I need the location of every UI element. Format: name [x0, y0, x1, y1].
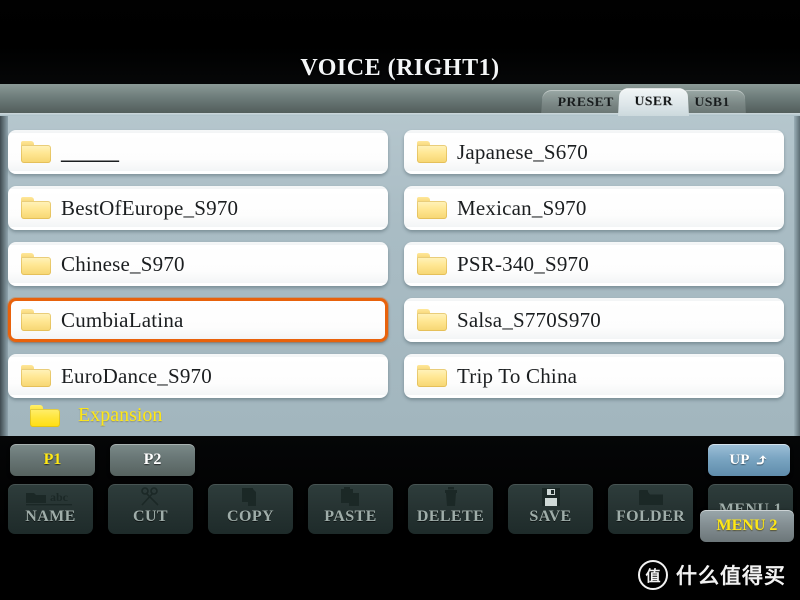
list-item[interactable]: Salsa_S770S970 — [404, 298, 784, 342]
folder-button-label: FOLDER — [615, 508, 686, 525]
folder-icon — [30, 404, 60, 427]
list-item-selected[interactable]: CumbiaLatina — [8, 298, 388, 342]
panel-left-edge — [0, 116, 8, 436]
delete-button-label: DELETE — [416, 508, 485, 525]
file-name: PSR-340_S970 — [457, 251, 589, 276]
delete-button[interactable]: DELETE — [408, 484, 493, 534]
panel-right-edge — [794, 116, 800, 436]
file-name: Mexican_S970 — [457, 195, 587, 220]
list-item[interactable]: Japanese_S670 — [404, 130, 784, 174]
up-button[interactable]: UP ⤴ — [708, 444, 790, 476]
list-item[interactable]: BestOfEurope_S970 — [8, 186, 388, 230]
save-button-label: SAVE — [529, 508, 572, 525]
clipboard-paste-icon — [339, 487, 363, 507]
name-button[interactable]: abc NAME — [8, 484, 93, 534]
cut-button[interactable]: CUT — [108, 484, 193, 534]
file-name: Japanese_S670 — [457, 139, 588, 164]
tab-user[interactable]: USER — [618, 88, 690, 116]
folder-icon — [21, 253, 51, 275]
folder-icon — [638, 487, 664, 507]
expansion-entry[interactable]: Expansion — [30, 404, 162, 427]
scissors-icon — [139, 487, 163, 507]
folder-icon — [417, 365, 447, 387]
toolbar: abc NAME CUT COPY PASTE DELETE SAVE FOLD… — [0, 484, 800, 542]
bottom-control-area: P1 P2 UP ⤴ abc NAME CUT COPY PASTE DELET… — [0, 436, 800, 600]
list-item[interactable]: Chinese_S970 — [8, 242, 388, 286]
title-bar: VOICE (RIGHT1) — [0, 0, 800, 84]
menu2-overlay-button[interactable]: MENU 2 — [700, 510, 794, 542]
folder-icon — [21, 197, 51, 219]
expansion-label: Expansion — [78, 404, 163, 426]
copy-button-label: COPY — [227, 508, 274, 525]
copy-button[interactable]: COPY — [208, 484, 293, 534]
save-button[interactable]: SAVE — [508, 484, 593, 534]
folder-icon — [417, 141, 447, 163]
tab-strip: PRESET USER USB1 — [0, 84, 800, 116]
folder-icon — [21, 365, 51, 387]
tab-preset[interactable]: PRESET — [540, 90, 631, 116]
cut-button-label: CUT — [133, 508, 168, 525]
paste-button-label: PASTE — [324, 508, 377, 525]
watermark: 值 什么值得买 — [638, 560, 786, 590]
page-button-p1[interactable]: P1 — [10, 444, 95, 476]
folder-abc-icon: abc — [24, 487, 78, 507]
file-name: Salsa_S770S970 — [457, 307, 601, 332]
page-button-p2[interactable]: P2 — [110, 444, 195, 476]
up-arrow-icon: ⤴ — [754, 450, 769, 470]
file-columns: ______ BestOfEurope_S970 Chinese_S970 Cu… — [8, 116, 794, 416]
floppy-disk-icon — [541, 487, 561, 507]
folder-icon — [417, 197, 447, 219]
page-title: VOICE (RIGHT1) — [300, 55, 500, 81]
watermark-text: 什么值得买 — [676, 564, 786, 588]
file-name: Trip To China — [457, 363, 578, 388]
file-name: Chinese_S970 — [61, 251, 185, 276]
up-button-label: UP — [729, 451, 750, 468]
list-item[interactable]: ______ — [8, 130, 388, 174]
list-item[interactable]: PSR-340_S970 — [404, 242, 784, 286]
file-name: CumbiaLatina — [61, 307, 184, 332]
svg-text:abc: abc — [50, 490, 69, 504]
list-item[interactable]: Trip To China — [404, 354, 784, 398]
paste-button[interactable]: PASTE — [308, 484, 393, 534]
trash-icon — [442, 487, 460, 507]
file-name: BestOfEurope_S970 — [61, 195, 239, 220]
file-column-right: Japanese_S670 Mexican_S970 PSR-340_S970 — [404, 130, 784, 416]
device-screen: VOICE (RIGHT1) PRESET USER USB1 ______ B… — [0, 0, 800, 600]
list-item[interactable]: EuroDance_S970 — [8, 354, 388, 398]
folder-button[interactable]: FOLDER — [608, 484, 693, 534]
name-button-label: NAME — [25, 508, 76, 525]
folder-icon — [417, 309, 447, 331]
file-name: EuroDance_S970 — [61, 363, 212, 388]
file-browser-panel: ______ BestOfEurope_S970 Chinese_S970 Cu… — [0, 116, 800, 436]
folder-icon — [417, 253, 447, 275]
watermark-logo-icon: 值 — [638, 560, 668, 590]
page-row: P1 P2 UP ⤴ — [0, 444, 800, 478]
file-name: ______ — [61, 139, 119, 164]
folder-icon — [21, 141, 51, 163]
copy-documents-icon — [240, 487, 262, 507]
list-item[interactable]: Mexican_S970 — [404, 186, 784, 230]
file-column-left: ______ BestOfEurope_S970 Chinese_S970 Cu… — [8, 130, 388, 416]
tab-list: PRESET USER USB1 — [540, 84, 746, 116]
folder-icon — [21, 309, 51, 331]
